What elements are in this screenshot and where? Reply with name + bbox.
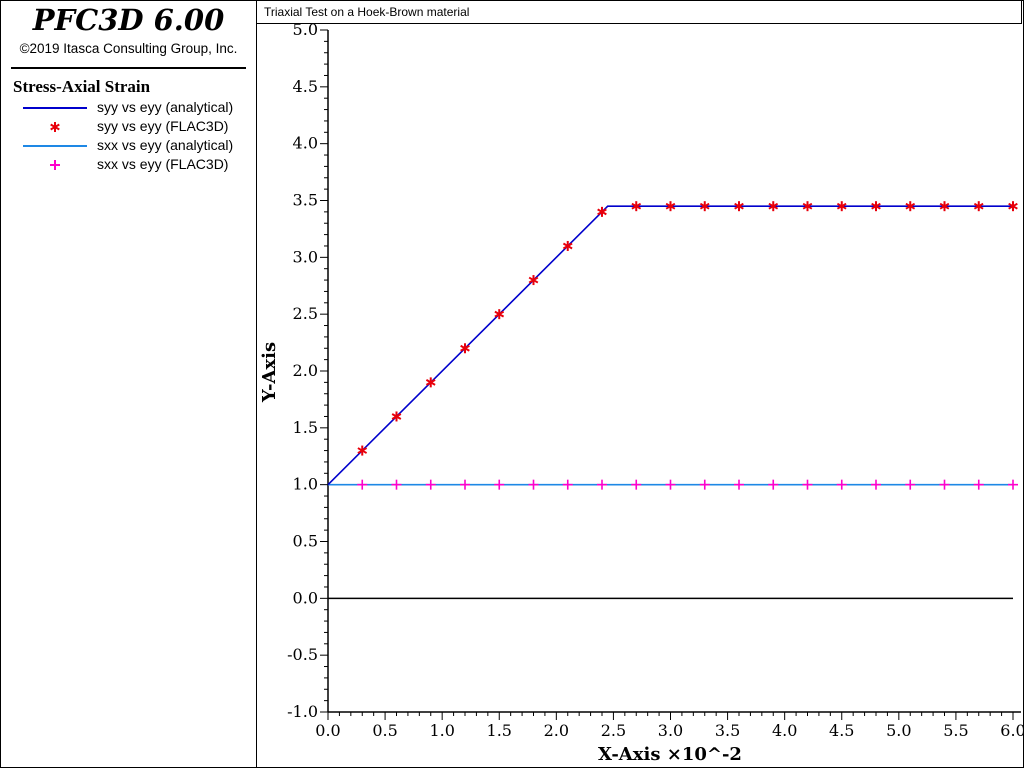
x-tick-label: 1.0 (429, 721, 454, 740)
axes: -1.0 -0.5 0.0 0.5 1.0 1.5 2.0 2.5 3.0 3.5 4.0 4.5 5.… (287, 20, 1024, 740)
plus-marker (357, 479, 368, 490)
x-tick-label: 6.0 (1000, 721, 1024, 740)
plus-marker (768, 479, 779, 490)
x-axis-title: X-Axis ×10^-2 (598, 744, 742, 765)
plus-marker (665, 479, 676, 490)
x-tick-label: 1.5 (487, 721, 512, 740)
plus-marker (631, 479, 642, 490)
plus-marker (734, 479, 744, 490)
plus-marker (1008, 479, 1018, 490)
plus-marker (871, 479, 881, 490)
y-tick-label: 1.5 (293, 418, 318, 437)
plus-marker (391, 479, 402, 490)
y-tick-label: 0.5 (293, 532, 318, 551)
x-tick-label: 4.0 (772, 721, 797, 740)
y-tick-label: 0.0 (293, 588, 318, 607)
y-tick-label: 2.0 (293, 361, 318, 380)
y-tick-label: 2.5 (293, 304, 318, 323)
plus-marker (802, 479, 813, 490)
x-tick-label: 2.0 (544, 721, 569, 740)
series-line (327, 205, 1013, 486)
x-tick-label: 2.5 (601, 721, 626, 740)
plus-marker (836, 479, 847, 490)
x-tick-label: 4.5 (829, 721, 854, 740)
x-tick-label: 5.0 (886, 721, 911, 740)
y-tick-label: 4.0 (293, 134, 318, 153)
y-tick-label: 1.0 (293, 475, 318, 494)
y-tick-label: -0.5 (287, 645, 318, 664)
plus-marker (699, 479, 710, 490)
y-axis-title: Y-Axis (259, 342, 280, 403)
plus-marker (973, 479, 984, 490)
plus-marker (562, 479, 573, 490)
y-tick-label: 4.5 (293, 77, 318, 96)
y-tick-label: 3.5 (293, 191, 318, 210)
plus-marker (460, 479, 470, 490)
x-tick-label: 3.5 (715, 721, 740, 740)
chart-title: Triaxial Test on a Hoek-Brown material (264, 5, 470, 19)
x-tick-label: 3.0 (658, 721, 683, 740)
plus-marker (528, 479, 539, 490)
x-tick-label: 0.5 (372, 721, 397, 740)
plus-marker (425, 479, 436, 490)
series-layer (327, 201, 1018, 490)
x-tick-label: 5.5 (943, 721, 968, 740)
x-tick-label: 0.0 (315, 721, 340, 740)
y-tick-label: 3.0 (293, 247, 318, 266)
chart-title-box: Triaxial Test on a Hoek-Brown material (256, 0, 1022, 24)
figure-frame: PFC3D 6.00 ©2019 Itasca Consulting Group… (0, 0, 1024, 768)
plus-marker (494, 479, 505, 490)
y-tick-label: -1.0 (287, 702, 318, 721)
plus-marker (905, 479, 916, 490)
plus-marker (597, 479, 607, 490)
chart-plot: -1.0 -0.5 0.0 0.5 1.0 1.5 2.0 2.5 3.0 3.5 4.0 4.5 5.… (259, 20, 1024, 765)
plus-marker (939, 479, 950, 490)
